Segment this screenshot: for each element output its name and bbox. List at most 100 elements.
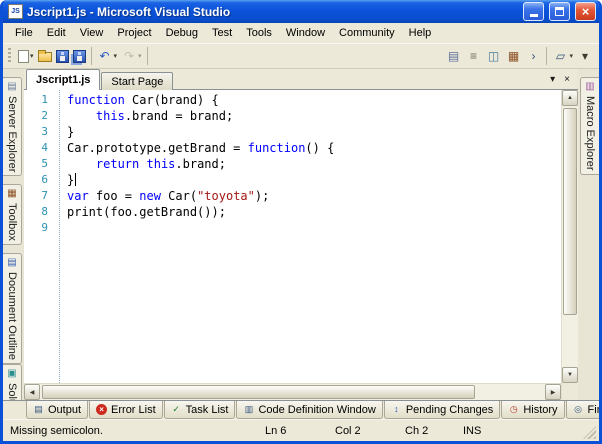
line-number[interactable]: 8 (24, 204, 55, 220)
panel-tab-pending-changes[interactable]: ↕Pending Changes (384, 401, 500, 419)
line-number[interactable]: 4 (24, 140, 55, 156)
object-browser-button[interactable]: ◫ (483, 45, 503, 67)
line-number[interactable]: 6 (24, 172, 55, 188)
h-scroll-thumb[interactable] (42, 385, 475, 399)
panel-tab-task-list[interactable]: ✓ Task List (164, 401, 236, 419)
horizontal-scrollbar[interactable]: ◀ ▶ (24, 383, 561, 400)
line-number[interactable]: 7 (24, 188, 55, 204)
menu-community[interactable]: Community (332, 24, 402, 42)
history-icon: ◷ (508, 404, 519, 415)
v-scroll-thumb[interactable] (563, 108, 577, 315)
save-all-button[interactable] (71, 45, 88, 67)
code-segment: ); (255, 189, 269, 203)
document-tab-start-page[interactable]: Start Page (101, 72, 173, 90)
text-caret (75, 173, 76, 186)
tab-label-macro-explorer: Macro Explorer (584, 96, 596, 171)
vertical-scrollbar[interactable]: ▲ ▼ (562, 90, 578, 383)
scroll-right-icon[interactable]: ▶ (545, 384, 561, 400)
close-document-icon[interactable]: × (564, 75, 570, 85)
tab-label-solutio: Solutio (6, 383, 18, 400)
scroll-left-icon[interactable]: ◀ (24, 384, 40, 400)
save-button[interactable] (54, 45, 71, 67)
toolbox-button[interactable]: ▦ (503, 45, 523, 67)
redo-button[interactable]: ↷▾ (119, 45, 144, 67)
code-segment: Car.prototype.getBrand = (67, 141, 248, 155)
output-icon: ▤ (33, 404, 44, 415)
menu-edit[interactable]: Edit (40, 24, 73, 42)
toolbar-grip[interactable] (8, 48, 11, 64)
left-tab-solutio[interactable]: ▣ Solutio (3, 364, 22, 400)
menu-project[interactable]: Project (110, 24, 158, 42)
panel-tab-code-definition-window[interactable]: ▥Code Definition Window (236, 401, 382, 419)
task-list-icon: ✓ (171, 404, 182, 415)
scrollbar-column: ▲ ▼ (561, 90, 578, 400)
right-tab-macro-explorer[interactable]: ▥Macro Explorer (580, 77, 599, 175)
line-number[interactable]: 5 (24, 156, 55, 172)
toolbox-icon: ▦ (7, 189, 16, 199)
properties-window-button[interactable]: ≡ (463, 45, 483, 67)
open-file-button[interactable] (36, 45, 54, 67)
panel-tab-find-sy[interactable]: ◎Find Sy (566, 401, 599, 419)
code-text (55, 220, 67, 236)
minimize-icon (530, 14, 538, 17)
resize-grip[interactable] (583, 426, 596, 439)
add-new-item-button[interactable]: ▾ (16, 45, 36, 67)
scrollbar-corner (562, 383, 578, 400)
solution-explorer-button[interactable]: ▤ (443, 45, 463, 67)
command-window-icon: › (525, 48, 541, 64)
left-tab-server-explorer[interactable]: ▤Server Explorer (3, 77, 22, 176)
left-tool-strip: ▤Server Explorer ▦ Toolbox ▤Document Outlin… (3, 69, 24, 400)
menu-file[interactable]: File (8, 24, 40, 42)
line-number[interactable]: 1 (24, 92, 55, 108)
error-list-icon: × (96, 404, 107, 415)
panel-tab-error-list[interactable]: ×Error List (89, 401, 163, 419)
left-tab-document-outline[interactable]: ▤Document Outline (3, 253, 22, 364)
code-text: var foo = new Car("toyota"); (55, 188, 269, 204)
menu-window[interactable]: Window (279, 24, 332, 42)
panel-tab-history[interactable]: ◷History (501, 401, 564, 419)
line-number[interactable]: 3 (24, 124, 55, 140)
active-files-dropdown-icon[interactable]: ▾ (550, 75, 555, 85)
add-new-item-icon (18, 50, 29, 63)
status-line: Ln 6 (265, 425, 335, 437)
toolbox-icon: ▦ (505, 48, 521, 64)
menu-view[interactable]: View (73, 24, 111, 42)
main-toolbar: ▾↶▾↷▾▤≡◫▦›▱▾▾ (3, 43, 599, 69)
v-scroll-track[interactable] (562, 107, 578, 366)
maximize-button[interactable] (549, 2, 570, 21)
document-tab-jscript1-js[interactable]: Jscript1.js (26, 69, 100, 90)
menu-help[interactable]: Help (402, 24, 439, 42)
undo-button[interactable]: ↶▾ (95, 45, 120, 67)
status-message: Missing semicolon. (10, 425, 265, 437)
scroll-down-icon[interactable]: ▼ (562, 367, 578, 383)
code-segment (139, 157, 146, 171)
close-button[interactable]: × (575, 2, 596, 21)
menu-tools[interactable]: Tools (239, 24, 279, 42)
left-tab-toolbox[interactable]: ▦ Toolbox (3, 184, 22, 245)
code-text: function Car(brand) { (55, 92, 219, 108)
toolbar-options-button[interactable]: ▾ (575, 45, 595, 67)
panel-tab-output[interactable]: ▤Output (26, 401, 88, 419)
minimize-button[interactable] (523, 2, 544, 21)
menu-bar: FileEditViewProjectDebugTestToolsWindowC… (3, 23, 599, 43)
line-number[interactable]: 2 (24, 108, 55, 124)
bottom-panel-tabs: ▤Output×Error List ✓ Task List ▥Code Defini… (3, 400, 599, 419)
scroll-up-icon[interactable]: ▲ (562, 90, 578, 106)
code-segment: new (139, 189, 161, 203)
open-file-icon (38, 52, 52, 62)
title-bar[interactable]: JS Jscript1.js - Microsoft Visual Studio… (3, 0, 599, 23)
panel-tab-label: Task List (186, 404, 229, 416)
menu-test[interactable]: Test (205, 24, 239, 42)
h-scroll-track[interactable] (41, 384, 544, 400)
command-window-button[interactable]: › (523, 45, 543, 67)
status-column: Col 2 (335, 425, 405, 437)
line-number[interactable]: 9 (24, 220, 55, 236)
menu-debug[interactable]: Debug (159, 24, 205, 42)
toolbar-options-icon: ▾ (577, 48, 593, 64)
status-bar: Missing semicolon. Ln 6 Col 2 Ch 2 INS (3, 419, 599, 441)
other-windows-button[interactable]: ▱▾ (550, 45, 575, 67)
tab-label-document-outline: Document Outline (6, 272, 18, 360)
code-area[interactable]: 1function Car(brand) {2 this.brand = bra… (24, 90, 561, 383)
tab-label-toolbox: Toolbox (6, 203, 18, 241)
solution-explorer-icon: ▣ (7, 369, 16, 379)
